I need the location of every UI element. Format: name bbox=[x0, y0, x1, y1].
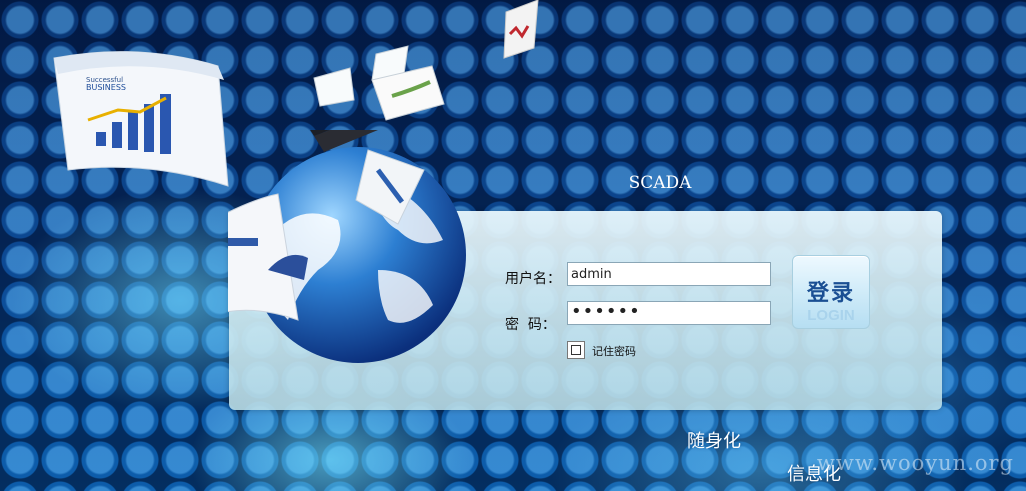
password-input[interactable] bbox=[567, 301, 771, 325]
paper-bar-5 bbox=[160, 94, 171, 154]
password-label: 密 码： bbox=[505, 317, 556, 333]
remember-password-checkbox[interactable] bbox=[567, 341, 585, 359]
watermark: www.wooyun.org bbox=[816, 451, 1014, 475]
paper-bar-2 bbox=[112, 122, 122, 148]
remember-password-label: 记住密码 bbox=[592, 345, 636, 358]
paper-bar-1 bbox=[96, 132, 106, 146]
slogan-1: 随身化 bbox=[687, 431, 741, 452]
login-button-sublabel: LOGIN bbox=[807, 307, 855, 324]
username-input[interactable] bbox=[567, 262, 771, 286]
page-title: SCADA bbox=[628, 173, 692, 193]
paper-bar-3 bbox=[128, 112, 138, 150]
paper-caption-2: BUSINESS bbox=[86, 83, 126, 92]
business-chart-paper-graphic: Successful BUSINESS bbox=[53, 51, 229, 187]
username-label: 用户名： bbox=[505, 271, 561, 287]
login-button-label: 登录 bbox=[806, 280, 855, 305]
globe-illustration bbox=[228, 130, 466, 363]
paper-bar-4 bbox=[144, 104, 154, 152]
floating-paper-top bbox=[503, 0, 539, 59]
login-button[interactable]: 登录 LOGIN bbox=[792, 255, 870, 329]
